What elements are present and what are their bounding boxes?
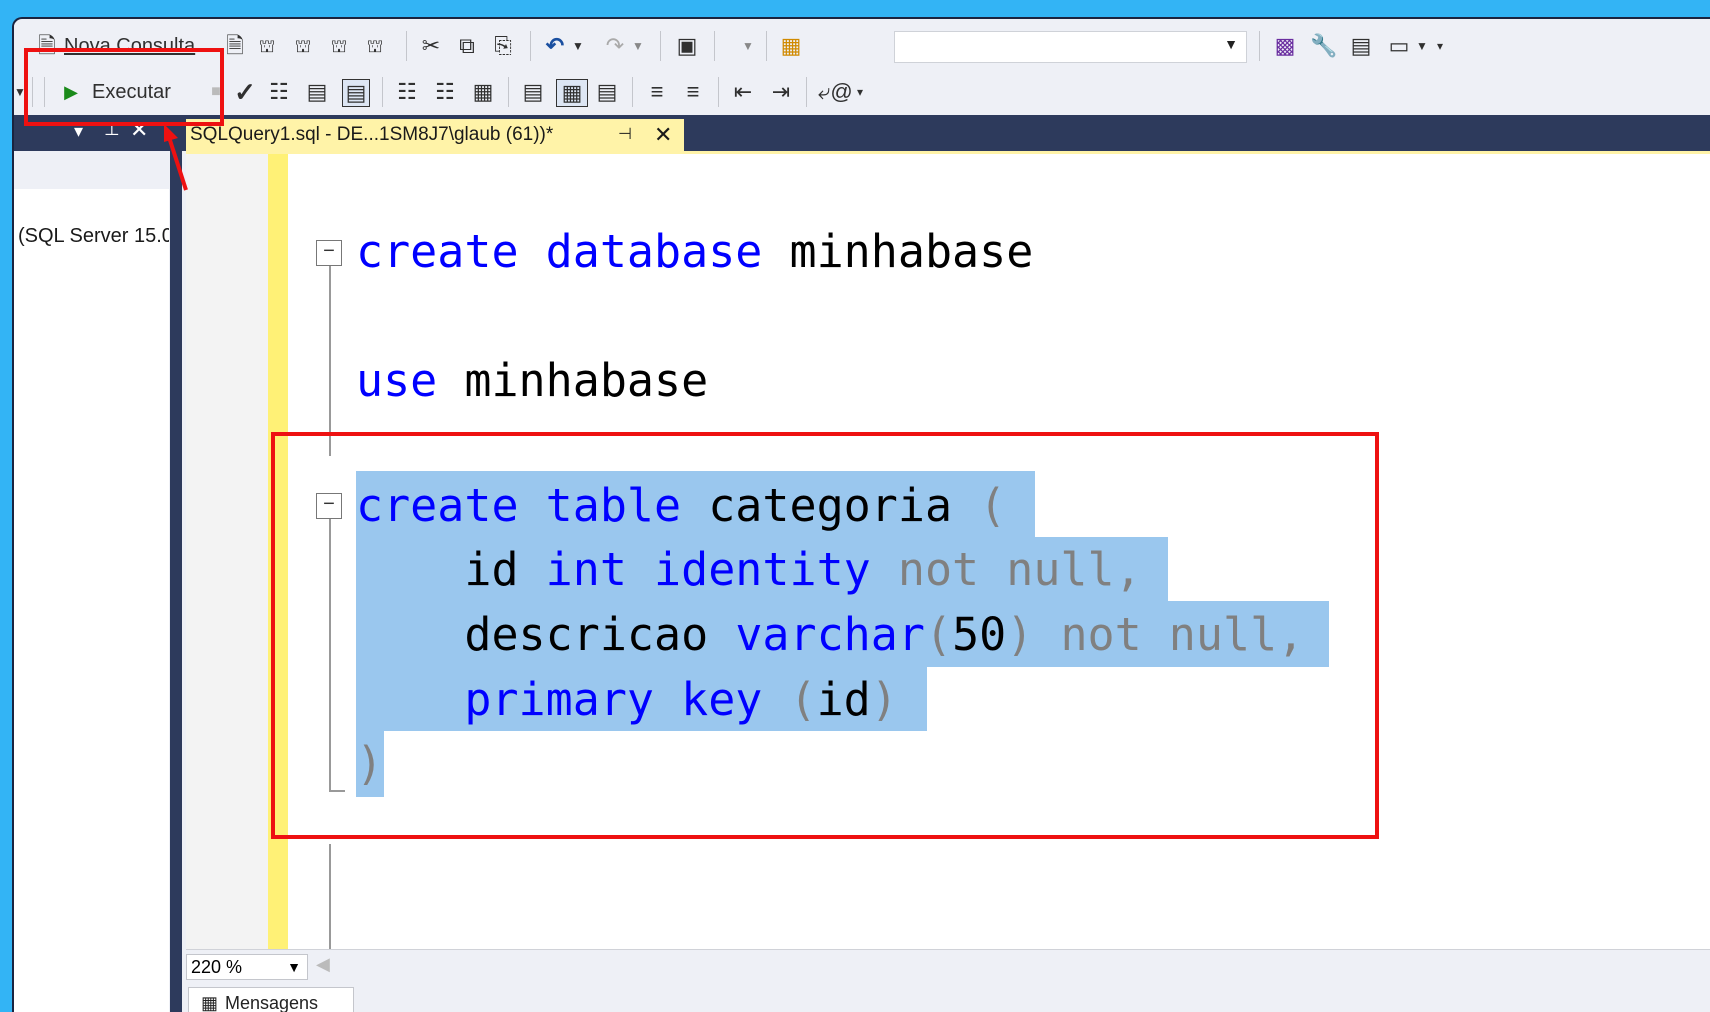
keyword: create: [356, 225, 519, 278]
uncomment-icon[interactable]: ≡: [680, 79, 706, 105]
solution-icon[interactable]: ▦: [778, 33, 804, 59]
increase-indent-icon[interactable]: ⇥: [768, 79, 794, 105]
actual-plan-icon[interactable]: ☷: [394, 79, 420, 105]
fold-line: [329, 844, 331, 949]
undo-dropdown-icon[interactable]: ▼: [570, 33, 586, 59]
scroll-left-icon[interactable]: ◀: [316, 954, 330, 975]
dmx-query-icon[interactable]: ⛫: [290, 33, 316, 59]
undo-icon[interactable]: ↶: [542, 33, 568, 59]
chevron-down-icon: ▼: [1224, 36, 1238, 52]
query-designer-icon[interactable]: ▤: [304, 79, 330, 105]
object-explorer-icon[interactable]: ▩: [1272, 33, 1298, 59]
results-to-file-save-icon[interactable]: ▤: [594, 79, 620, 105]
zoom-select[interactable]: 220 % ▼: [186, 954, 308, 980]
keyword: database: [545, 225, 763, 278]
collapse-icon[interactable]: −: [316, 240, 342, 266]
annotation-highlight-execute: [24, 48, 224, 126]
panel-splitter[interactable]: [170, 115, 182, 1012]
results-to-text-icon[interactable]: ▤: [520, 79, 546, 105]
toolbar-overflow-icon[interactable]: ▾: [1434, 33, 1446, 59]
mdx-query-icon[interactable]: ⛫: [254, 33, 280, 59]
chevron-down-icon: ▼: [287, 959, 301, 975]
cut-icon[interactable]: ✂: [418, 33, 444, 59]
toolbar2-overflow-icon[interactable]: ▾: [854, 79, 866, 105]
decrease-indent-icon[interactable]: ⇤: [730, 79, 756, 105]
parse-checkmark-icon[interactable]: ✓: [234, 79, 256, 105]
specify-values-icon[interactable]: ⤶@: [818, 79, 853, 105]
estimated-plan-icon[interactable]: ☷: [266, 79, 292, 105]
paste-icon[interactable]: ⎘: [490, 33, 516, 59]
messages-icon: ▦: [201, 993, 219, 1012]
annotation-highlight-code: [271, 432, 1379, 839]
tab-pin-icon[interactable]: ⊣: [618, 119, 632, 151]
fold-line: [329, 266, 331, 456]
options-dropdown-icon[interactable]: ▼: [1414, 33, 1430, 59]
identifier: minhabase: [464, 354, 709, 407]
redo-icon[interactable]: ↷: [602, 33, 628, 59]
tab-sqlquery1[interactable]: SQLQuery1.sql - DE...1SM8J7\glaub (61))*…: [186, 119, 684, 151]
comment-icon[interactable]: ≡: [644, 79, 670, 105]
wrench-icon[interactable]: 🔧: [1310, 33, 1337, 59]
toolbox-icon[interactable]: ▤: [1348, 33, 1374, 59]
xmla-query-icon[interactable]: ⛫: [326, 33, 352, 59]
tab-close-icon[interactable]: ✕: [654, 119, 672, 151]
editor-gutter: [186, 154, 268, 949]
results-to-file-icon[interactable]: ▤: [342, 79, 370, 107]
editor-status-bar: 220 % ▼ ◀: [186, 949, 1710, 984]
zoom-value: 220 %: [191, 957, 243, 977]
object-explorer-panel: (SQL Server 15.0: [14, 151, 169, 1012]
dropdown-icon[interactable]: ▼: [740, 33, 756, 59]
tab-title: SQLQuery1.sql - DE...1SM8J7\glaub (61))*: [190, 124, 554, 145]
activity-monitor-icon[interactable]: ▣: [674, 33, 700, 59]
server-node[interactable]: (SQL Server 15.0: [18, 225, 169, 248]
live-stats-icon[interactable]: ☷: [432, 79, 458, 105]
annotation-arrow: [164, 124, 188, 191]
db-engine-query-icon[interactable]: 🗎: [222, 33, 248, 59]
redo-dropdown-icon[interactable]: ▼: [630, 33, 646, 59]
results-to-grid-icon[interactable]: ▦: [556, 79, 588, 107]
sql-editor-toolbar: ▼ ▶ Executar ■ ✓ ☷ ▤ ▤ ☷ ☷ ▦ ▤ ▦ ▤ ≡ ≡ ⇤…: [14, 69, 1710, 115]
terminal-icon[interactable]: ▭: [1386, 33, 1412, 59]
tab-messages[interactable]: ▦ Mensagens: [188, 987, 354, 1012]
client-stats-icon[interactable]: ▦: [470, 79, 496, 105]
copy-icon[interactable]: ⧉: [454, 33, 480, 59]
keyword: use: [356, 354, 438, 407]
messages-label: Mensagens: [225, 993, 319, 1012]
object-explorer-toolbar: [14, 151, 169, 189]
dax-query-icon[interactable]: ⛫: [362, 33, 388, 59]
standard-toolbar: 🗎 Nova Consulta 🗎 ⛫ ⛫ ⛫ ⛫ ✂ ⧉ ⎘ ↶ ▼ ↷ ▼ …: [14, 23, 1710, 69]
code-line-2: use minhabase: [356, 346, 708, 416]
solution-configurations-combo[interactable]: ▼: [894, 31, 1247, 63]
identifier: minhabase: [789, 225, 1034, 278]
code-line-1: create database minhabase: [356, 217, 1033, 287]
